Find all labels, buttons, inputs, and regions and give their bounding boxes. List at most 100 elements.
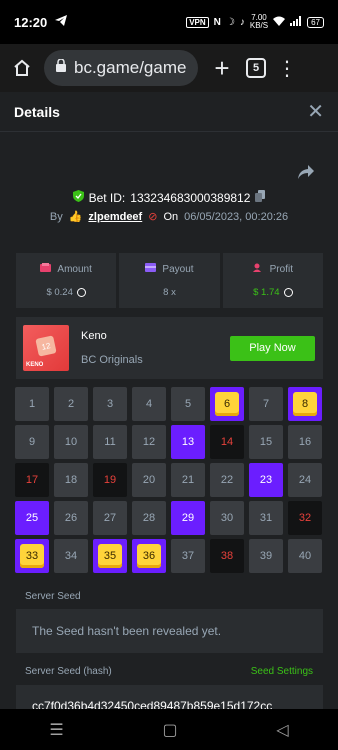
keno-cell: 26: [54, 501, 88, 535]
bet-byline: By 👍 zlpemdeef ⊘ On 06/05/2023, 00:20:26: [0, 210, 338, 224]
net-speed: 7.00 KB/S: [250, 14, 268, 30]
stat-profit-value: $ 1.74: [253, 287, 280, 298]
thumb-text: KENO: [26, 362, 44, 368]
bet-stats: Amount $ 0.24 Payout 8 x Profit $ 1.74: [16, 253, 323, 308]
keno-cell: 15: [249, 425, 283, 459]
keno-cell: 8: [288, 387, 322, 421]
game-provider: BC Originals: [81, 354, 143, 366]
thumb-tile: 12: [35, 335, 57, 357]
play-now-button[interactable]: Play Now: [230, 335, 315, 361]
keno-cell: 38: [210, 539, 244, 573]
profit-icon: [252, 263, 264, 275]
stat-profit-label: Profit: [269, 263, 293, 275]
vpn-icon: VPN: [186, 16, 209, 28]
back-icon[interactable]: ◁: [276, 720, 288, 740]
username-link[interactable]: zlpemdeef: [88, 211, 142, 223]
keno-cell: 19: [93, 463, 127, 497]
keno-hit-tile: 8: [293, 392, 317, 416]
on-label: On: [163, 210, 179, 223]
by-label: By: [49, 210, 63, 223]
details-panel: Bet ID: 133234683000389812 By 👍 zlpemdee…: [0, 133, 338, 719]
keno-cell: 10: [54, 425, 88, 459]
stat-payout-value: 8 x: [163, 287, 176, 298]
battery-icon: 67: [307, 16, 324, 28]
bet-date: 06/05/2023, 00:20:26: [184, 210, 289, 223]
nfc-icon: N: [213, 16, 221, 28]
keno-cell: 40: [288, 539, 322, 573]
user-avatar-icon: 👍: [68, 211, 83, 223]
keno-cell: 24: [288, 463, 322, 497]
bet-id-label: Bet ID:: [88, 190, 126, 205]
new-tab-button[interactable]: +: [198, 53, 246, 84]
server-seed-field: The Seed hasn't been revealed yet.: [16, 609, 323, 653]
mute-icon: ♪: [239, 16, 245, 28]
keno-cell: 36: [132, 539, 166, 573]
keno-cell: 9: [15, 425, 49, 459]
keno-cell: 30: [210, 501, 244, 535]
keno-cell: 2: [54, 387, 88, 421]
details-header: Details ✕: [0, 92, 338, 132]
copy-icon[interactable]: [255, 190, 266, 205]
home-nav-icon[interactable]: ▢: [162, 720, 177, 740]
keno-hit-tile: 6: [215, 392, 239, 416]
keno-cell: 25: [15, 501, 49, 535]
keno-cell: 7: [249, 387, 283, 421]
keno-cell: 5: [171, 387, 205, 421]
server-seed-hash-label: Server Seed (hash): [25, 666, 112, 677]
recent-apps-icon[interactable]: ☰: [49, 720, 63, 740]
keno-cell: 17: [15, 463, 49, 497]
clock: 12:20: [14, 14, 48, 30]
keno-hit-tile: 33: [20, 544, 44, 568]
keno-cell: 39: [249, 539, 283, 573]
keno-thumbnail: 12 KENO: [23, 325, 69, 371]
seed-settings-link[interactable]: Seed Settings: [251, 666, 313, 677]
wifi-icon: [273, 16, 286, 29]
keno-cell: 29: [171, 501, 205, 535]
amount-icon: [40, 263, 52, 275]
status-bar: 12:20 VPN N ☽ ♪ 7.00 KB/S 67: [0, 0, 338, 44]
home-button[interactable]: [0, 58, 44, 78]
keno-cell: 23: [249, 463, 283, 497]
stat-profit: Profit $ 1.74: [222, 253, 323, 308]
keno-cell: 35: [93, 539, 127, 573]
keno-cell: 34: [54, 539, 88, 573]
keno-hit-tile: 36: [137, 544, 161, 568]
keno-cell: 28: [132, 501, 166, 535]
lock-icon: [56, 58, 66, 77]
keno-cell: 6: [210, 387, 244, 421]
close-icon[interactable]: ✕: [307, 99, 324, 124]
keno-cell: 16: [288, 425, 322, 459]
tab-switcher-button[interactable]: 5: [246, 58, 266, 78]
keno-cell: 31: [249, 501, 283, 535]
server-seed-label: Server Seed: [25, 591, 81, 602]
keno-cell: 12: [132, 425, 166, 459]
url-text: bc.game/game: [74, 58, 187, 77]
address-bar[interactable]: bc.game/game: [44, 50, 198, 86]
net-speed-unit: KB/S: [249, 21, 269, 30]
browser-menu-icon[interactable]: ⋮: [266, 56, 308, 81]
keno-cell: 1: [15, 387, 49, 421]
keno-cell: 14: [210, 425, 244, 459]
keno-cell: 18: [54, 463, 88, 497]
stat-amount-label: Amount: [57, 263, 92, 275]
keno-cell: 27: [93, 501, 127, 535]
stat-payout-label: Payout: [162, 263, 194, 275]
keno-cell: 3: [93, 387, 127, 421]
game-name: Keno: [81, 330, 107, 342]
keno-hit-tile: 35: [98, 544, 122, 568]
stat-amount: Amount $ 0.24: [16, 253, 117, 308]
system-nav-bar: ☰ ▢ ◁: [0, 709, 338, 750]
keno-cell: 37: [171, 539, 205, 573]
keno-grid: 1 2 3 4 5 6 7 8 9 10 11 12 13 14 15 16 17 18 19 20 21 22 23 24 2…: [15, 387, 324, 573]
signal-icon: [290, 15, 302, 29]
page-title: Details: [14, 103, 60, 120]
dnd-icon: ☽: [225, 16, 235, 28]
game-card: 12 KENO Keno BC Originals Play Now: [16, 317, 323, 379]
keno-cell: 20: [132, 463, 166, 497]
keno-cell: 22: [210, 463, 244, 497]
coin-icon: [283, 288, 293, 297]
verified-shield-icon: [72, 190, 84, 205]
share-icon[interactable]: [298, 165, 314, 184]
prohibited-icon: ⊘: [148, 211, 158, 223]
payout-icon: [145, 263, 157, 275]
